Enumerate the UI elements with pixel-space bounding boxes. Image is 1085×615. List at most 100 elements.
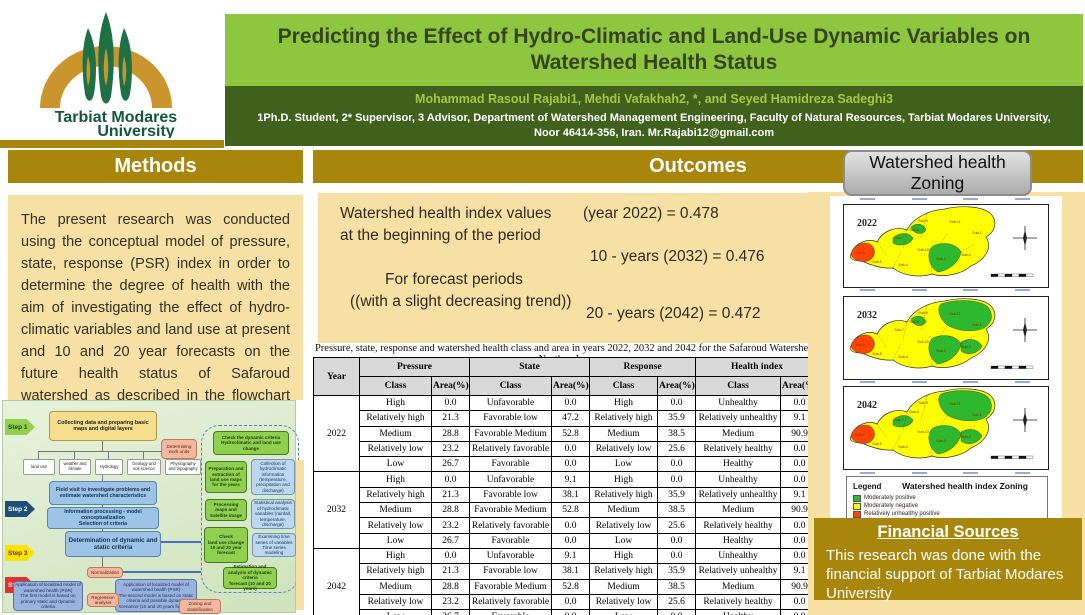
flow-box-statistical-analysis: Statistical analysis of hydroclimatic va… [251, 499, 295, 529]
table-row: Relatively low23.2Relatively favorable0.… [314, 441, 819, 456]
table-row: Low26.7Favorable0.0Low0.0Healthy0.0 [314, 533, 819, 548]
table-row: Medium28.8Favorable Medium52.8Medium38.5… [314, 503, 819, 518]
subbasin-label: Sub-11 [949, 220, 960, 224]
subbasin-label: Sub-10 [917, 340, 929, 344]
table-cell: Favorable low [470, 487, 552, 502]
subbasin-label: Sub-1 [972, 413, 982, 417]
financial-heading: Financial Sources [826, 523, 1070, 542]
table-cell: Relatively low [360, 594, 432, 609]
table-cell: Low [360, 533, 432, 548]
flow-box-determination-criteria: Determination of dynamic and static crit… [65, 531, 161, 557]
table-cell: Relatively favorable [470, 518, 552, 533]
table-cell: 52.8 [552, 503, 590, 518]
table-row: 2032High0.0Unfavorable9.1High0.0Unhealth… [314, 472, 819, 487]
flow-box-estimation-dynamic-criteria: Estimation and analysis of dynamic crite… [223, 567, 277, 589]
health-table: Year Pressure State Response Health inde… [313, 357, 819, 615]
zoning-heading-line1: Watershed health [869, 152, 1006, 173]
flow-connector [143, 451, 144, 459]
table-cell: High [590, 472, 658, 487]
year-cell: 2032 [314, 472, 360, 548]
table-cell: 0.0 [432, 472, 470, 487]
table-row: Low26.7Favorable0.0Low0.0Healthy0.0 [314, 457, 819, 472]
map-year-label: 2022 [857, 218, 877, 229]
table-cell: Medium [590, 503, 658, 518]
flow-box-zoning-classification: Zoning and classification [179, 599, 221, 614]
table-row: Relatively low23.2Relatively favorable0.… [314, 518, 819, 533]
table-cell: Unhealthy [696, 548, 781, 563]
table-cell: High [590, 548, 658, 563]
outcomes-value-2042: 20 - years (2042) = 0.472 [586, 305, 760, 323]
outcomes-intro-line1: Watershed health index values [340, 205, 551, 223]
table-cell: Medium [590, 426, 658, 441]
subheader-class: Class [590, 377, 658, 396]
subheader-area: Area(%) [658, 377, 696, 396]
methods-flowchart: Step 1 Step 2 Step 3 Step 4 Collecting d… [2, 400, 296, 613]
table-cell: Relatively high [360, 411, 432, 426]
scale-bar [991, 456, 998, 459]
table-cell: 23.2 [432, 594, 470, 609]
subbasin-label: Sub-4 [898, 355, 908, 359]
poster: Tarbiat Modares University Predicting th… [0, 0, 1085, 615]
zoning-heading-box: Watershed health Zoning [843, 150, 1032, 196]
table-cell: Low [360, 610, 432, 615]
flow-box-field-visit: Field visit to investigate problems and … [49, 481, 157, 505]
table-cell: Favorable Medium [470, 426, 552, 441]
zoning-map: Sub-1Sub-2Sub-3Sub-4Sub-5Sub-6Sub-7Sub-8… [843, 386, 1049, 470]
table-cell: High [590, 396, 658, 411]
flow-connector [108, 451, 109, 459]
table-cell: Unhealthy [696, 472, 781, 487]
table-cell: 23.2 [432, 518, 470, 533]
table-cell: Relatively high [360, 564, 432, 579]
table-cell: Relatively high [590, 564, 658, 579]
table-cell: 47.2 [552, 411, 590, 426]
table-cell: 9.1 [552, 472, 590, 487]
map-svg-2042: Sub-1Sub-2Sub-3Sub-4Sub-5Sub-6Sub-7Sub-8… [843, 386, 1049, 470]
table-cell: 9.1 [552, 548, 590, 563]
table-row: Medium28.8Favorable Medium52.8Medium38.5… [314, 579, 819, 594]
subbasin-label: Sub-2 [961, 435, 971, 439]
table-cell: Relatively healthy [696, 441, 781, 456]
subbasin-label: Sub-9 [918, 219, 928, 223]
table-cell: 26.7 [432, 610, 470, 615]
col-group-response: Response [590, 358, 696, 377]
table-cell: High [360, 472, 432, 487]
subbasin-label: Sub-6 [855, 343, 865, 347]
table-cell: 28.8 [432, 426, 470, 441]
legend-item: Relatively unhealthy positive [853, 511, 940, 518]
flow-box-hydrology: Hydrology [95, 459, 123, 475]
table-cell: 21.3 [432, 411, 470, 426]
table-cell: 0.0 [552, 610, 590, 615]
coordinate-ticks [860, 289, 1030, 292]
affiliation-line: 1Ph.D. Student, 2* Supervisor, 3 Advisor… [225, 111, 1083, 140]
zoning-panel: Sub-1Sub-2Sub-3Sub-4Sub-5Sub-6Sub-7Sub-8… [808, 192, 1085, 615]
flow-box-land-use: land use [23, 459, 55, 475]
flow-box-check-dynamic-criteria: Check the dynamic criteria Hydroclimatic… [213, 431, 289, 455]
health-table-body: 2022High0.0Unfavorable0.0High0.0Unhealth… [314, 396, 819, 615]
subbasin-label: Sub-5 [872, 442, 882, 446]
table-cell: Relatively low [360, 518, 432, 533]
table-cell: 0.0 [552, 518, 590, 533]
scale-bar [1005, 456, 1012, 459]
table-row: Low26.7Favorable0.0Low0.0Healthy0.0 [314, 610, 819, 615]
col-header-year: Year [314, 358, 360, 396]
table-cell: High [360, 396, 432, 411]
table-cell: 38.5 [658, 426, 696, 441]
subbasin-label: Sub-10 [917, 248, 929, 252]
table-cell: Relatively healthy [696, 594, 781, 609]
table-row: 2022High0.0Unfavorable0.0High0.0Unhealth… [314, 396, 819, 411]
flow-box-geology-soil: Geology and soil science [127, 459, 161, 475]
table-cell: Unfavorable [470, 472, 552, 487]
table-cell: High [360, 548, 432, 563]
table-cell: 0.0 [552, 533, 590, 548]
table-cell: 26.7 [432, 457, 470, 472]
col-group-state: State [470, 358, 590, 377]
flow-step-2: Step 2 [5, 501, 35, 517]
table-cell: 0.0 [658, 548, 696, 563]
table-cell: 52.8 [552, 579, 590, 594]
scale-bar [1026, 456, 1033, 459]
coordinate-ticks [860, 381, 1030, 384]
table-cell: 26.7 [432, 533, 470, 548]
zoning-map: Sub-1Sub-2Sub-3Sub-4Sub-5Sub-6Sub-7Sub-8… [843, 204, 1049, 288]
subbasin-label: Sub-8 [909, 410, 919, 414]
author-band: Mohammad Rasoul Rajabi1, Mehdi Vafakhah2… [225, 86, 1083, 146]
